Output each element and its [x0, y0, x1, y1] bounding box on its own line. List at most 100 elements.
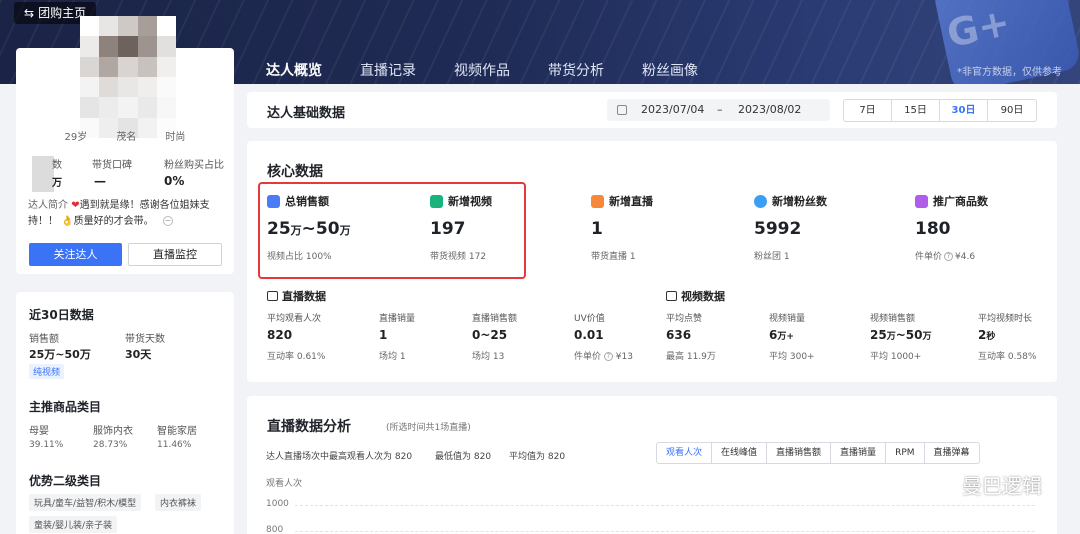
- date-range-picker[interactable]: 2023/07/04 – 2023/08/02: [607, 99, 830, 121]
- date-start: 2023/07/04: [641, 103, 705, 116]
- video-data-heading: 视频数据: [666, 288, 725, 304]
- live-item-value: 0~25: [472, 328, 508, 342]
- tab-sales-analysis[interactable]: 带货分析: [548, 60, 604, 84]
- expand-icon[interactable]: −: [162, 216, 173, 226]
- range-90d-button[interactable]: 90日: [988, 100, 1036, 121]
- main-tabs: 达人概览 直播记录 视频作品 带货分析 粉丝画像: [266, 60, 736, 84]
- metric-tab-views[interactable]: 观看人次: [657, 443, 713, 463]
- category-name: 母婴: [29, 426, 49, 437]
- tab-overview[interactable]: 达人概览: [266, 60, 322, 84]
- sales-icon: [267, 194, 280, 208]
- metric-tab-sales-volume[interactable]: 直播销量: [831, 443, 887, 463]
- help-icon[interactable]: ?: [944, 252, 954, 261]
- video-item-value: 6万+: [769, 328, 794, 342]
- video-item-label: 视频销售额: [870, 314, 916, 324]
- video-item-value: 2秒: [978, 328, 995, 342]
- metric-value: 197: [430, 219, 466, 239]
- live-item-sub: 件单价 ? ¥13: [574, 349, 633, 362]
- metric-value: 180: [915, 219, 951, 239]
- camera-icon: [267, 291, 278, 301]
- sub-categories-title: 优势二级类目: [29, 474, 102, 488]
- tab-live-records[interactable]: 直播记录: [360, 60, 416, 84]
- range-30d-button[interactable]: 30日: [940, 100, 988, 121]
- video-item-sub: 互动率 0.58%: [978, 352, 1037, 362]
- metric-label: 新增粉丝数: [772, 195, 827, 208]
- category-tag: 时尚: [165, 132, 186, 143]
- metric-tab-sales-amount[interactable]: 直播销售额: [767, 443, 832, 463]
- metric-sub: 带货直播 1: [591, 252, 636, 262]
- y-axis-label: 观看人次: [266, 479, 303, 489]
- metric-sub-value: ¥4.6: [955, 252, 976, 262]
- range-7d-button[interactable]: 7日: [844, 100, 892, 121]
- sub-category-chip: 内衣裤袜: [155, 494, 202, 511]
- unit: 万: [922, 332, 932, 342]
- sub-category-chip: 童装/婴儿装/亲子装: [29, 516, 118, 533]
- metric-value: ~50: [301, 219, 340, 239]
- metric-sub: 件单价: [915, 252, 943, 262]
- metric-sub: 带货视频 172: [430, 252, 487, 262]
- metric-tab-peak[interactable]: 在线峰值: [712, 443, 768, 463]
- video-icon: [430, 194, 443, 208]
- main-categories-title: 主推商品类目: [29, 400, 102, 414]
- summary-max: 达人直播场次中最高观看人次为 820: [266, 452, 413, 462]
- range-selector: 7日 15日 30日 90日: [843, 99, 1037, 122]
- metric-label: 新增直播: [609, 195, 653, 208]
- stat-label-fans: 数: [52, 160, 62, 171]
- profile-intro: 达人简介 ❤遇到就是缘！感谢各位姐妹支持！！ 👌质量好的才会带。 −: [28, 198, 228, 230]
- live-item-value: 820: [267, 328, 293, 342]
- stat-label-reputation: 带货口碑: [92, 160, 132, 171]
- live-data-title: 直播数据: [282, 290, 326, 303]
- live-analysis-note: (所选时间共1场直播): [386, 423, 471, 433]
- unit: 万+: [777, 332, 794, 342]
- unit: 秒: [986, 332, 996, 342]
- stat-value-fan-purchase: 0%: [164, 174, 185, 188]
- summary-min: 最低值为 820: [435, 452, 492, 462]
- age-tag: 29岁: [64, 132, 88, 143]
- range-15d-button[interactable]: 15日: [892, 100, 940, 121]
- sub-category-chip: 玩具/童车/益智/积木/模型: [29, 494, 142, 511]
- help-icon[interactable]: ?: [603, 352, 613, 361]
- intro-text-b: 质量好的才会带。: [73, 216, 154, 227]
- y-tick: 800: [266, 525, 284, 534]
- metric-unit: 万: [339, 224, 351, 237]
- stat-label-fan-purchase: 粉丝购买占比: [164, 160, 224, 171]
- metric-label: 总销售额: [285, 195, 329, 208]
- tab-fans-profile[interactable]: 粉丝画像: [642, 60, 698, 84]
- unit: 万: [886, 332, 896, 342]
- metric-tab-danmaku[interactable]: 直播弹幕: [925, 443, 979, 463]
- core-data-title: 核心数据: [267, 164, 323, 180]
- video-item-sub: 平均 300+: [769, 352, 815, 362]
- live-monitor-button[interactable]: 直播监控: [128, 243, 222, 266]
- category-name: 智能家居: [157, 426, 197, 437]
- video-item-label: 视频销量: [769, 314, 806, 324]
- category-pct: 28.73%: [93, 440, 128, 450]
- sales-label: 销售额: [29, 334, 59, 345]
- live-item-sub: 场均 1: [379, 352, 406, 362]
- basic-data-title: 达人基础数据: [267, 106, 346, 121]
- metric-new-fans: 新增粉丝数 5992 粉丝团 1: [754, 193, 827, 262]
- profile-tags: 29岁 茂名 时尚: [16, 128, 234, 143]
- sales-value: 25万~50万: [29, 348, 91, 361]
- metric-total-sales: 总销售额 25万~50万 视频占比 100%: [267, 193, 351, 262]
- value: 25: [870, 328, 887, 342]
- tab-videos[interactable]: 视频作品: [454, 60, 510, 84]
- grid-line: [295, 505, 1035, 506]
- stat-value-reputation: —: [94, 174, 106, 188]
- live-item-label: 直播销售额: [472, 314, 518, 324]
- video-item-label: 平均视频时长: [978, 314, 1033, 324]
- follow-button[interactable]: 关注达人: [29, 243, 122, 266]
- metric-tab-rpm[interactable]: RPM: [886, 443, 925, 463]
- intro-label: 达人简介: [28, 200, 68, 211]
- metric-promoted-products: 推广商品数 180 件单价? ¥4.6: [915, 193, 988, 262]
- live-item-label: 直播销量: [379, 314, 416, 324]
- recent-data-title: 近30日数据: [29, 308, 94, 322]
- calendar-video-icon: [666, 291, 677, 301]
- recent-data-card: 近30日数据 销售额 25万~50万 带货天数 30天 纯视频 主推商品类目 母…: [16, 292, 234, 534]
- metric-tabs: 观看人次 在线峰值 直播销售额 直播销量 RPM 直播弹幕: [656, 442, 980, 464]
- calendar-icon: [617, 105, 627, 115]
- ok-hand-icon: 👌: [61, 216, 74, 227]
- metric-sub: 视频占比 100%: [267, 252, 332, 262]
- swap-icon: ⇆: [24, 6, 35, 20]
- live-item-sub-label: 件单价: [574, 352, 602, 362]
- metric-value: 1: [591, 219, 603, 239]
